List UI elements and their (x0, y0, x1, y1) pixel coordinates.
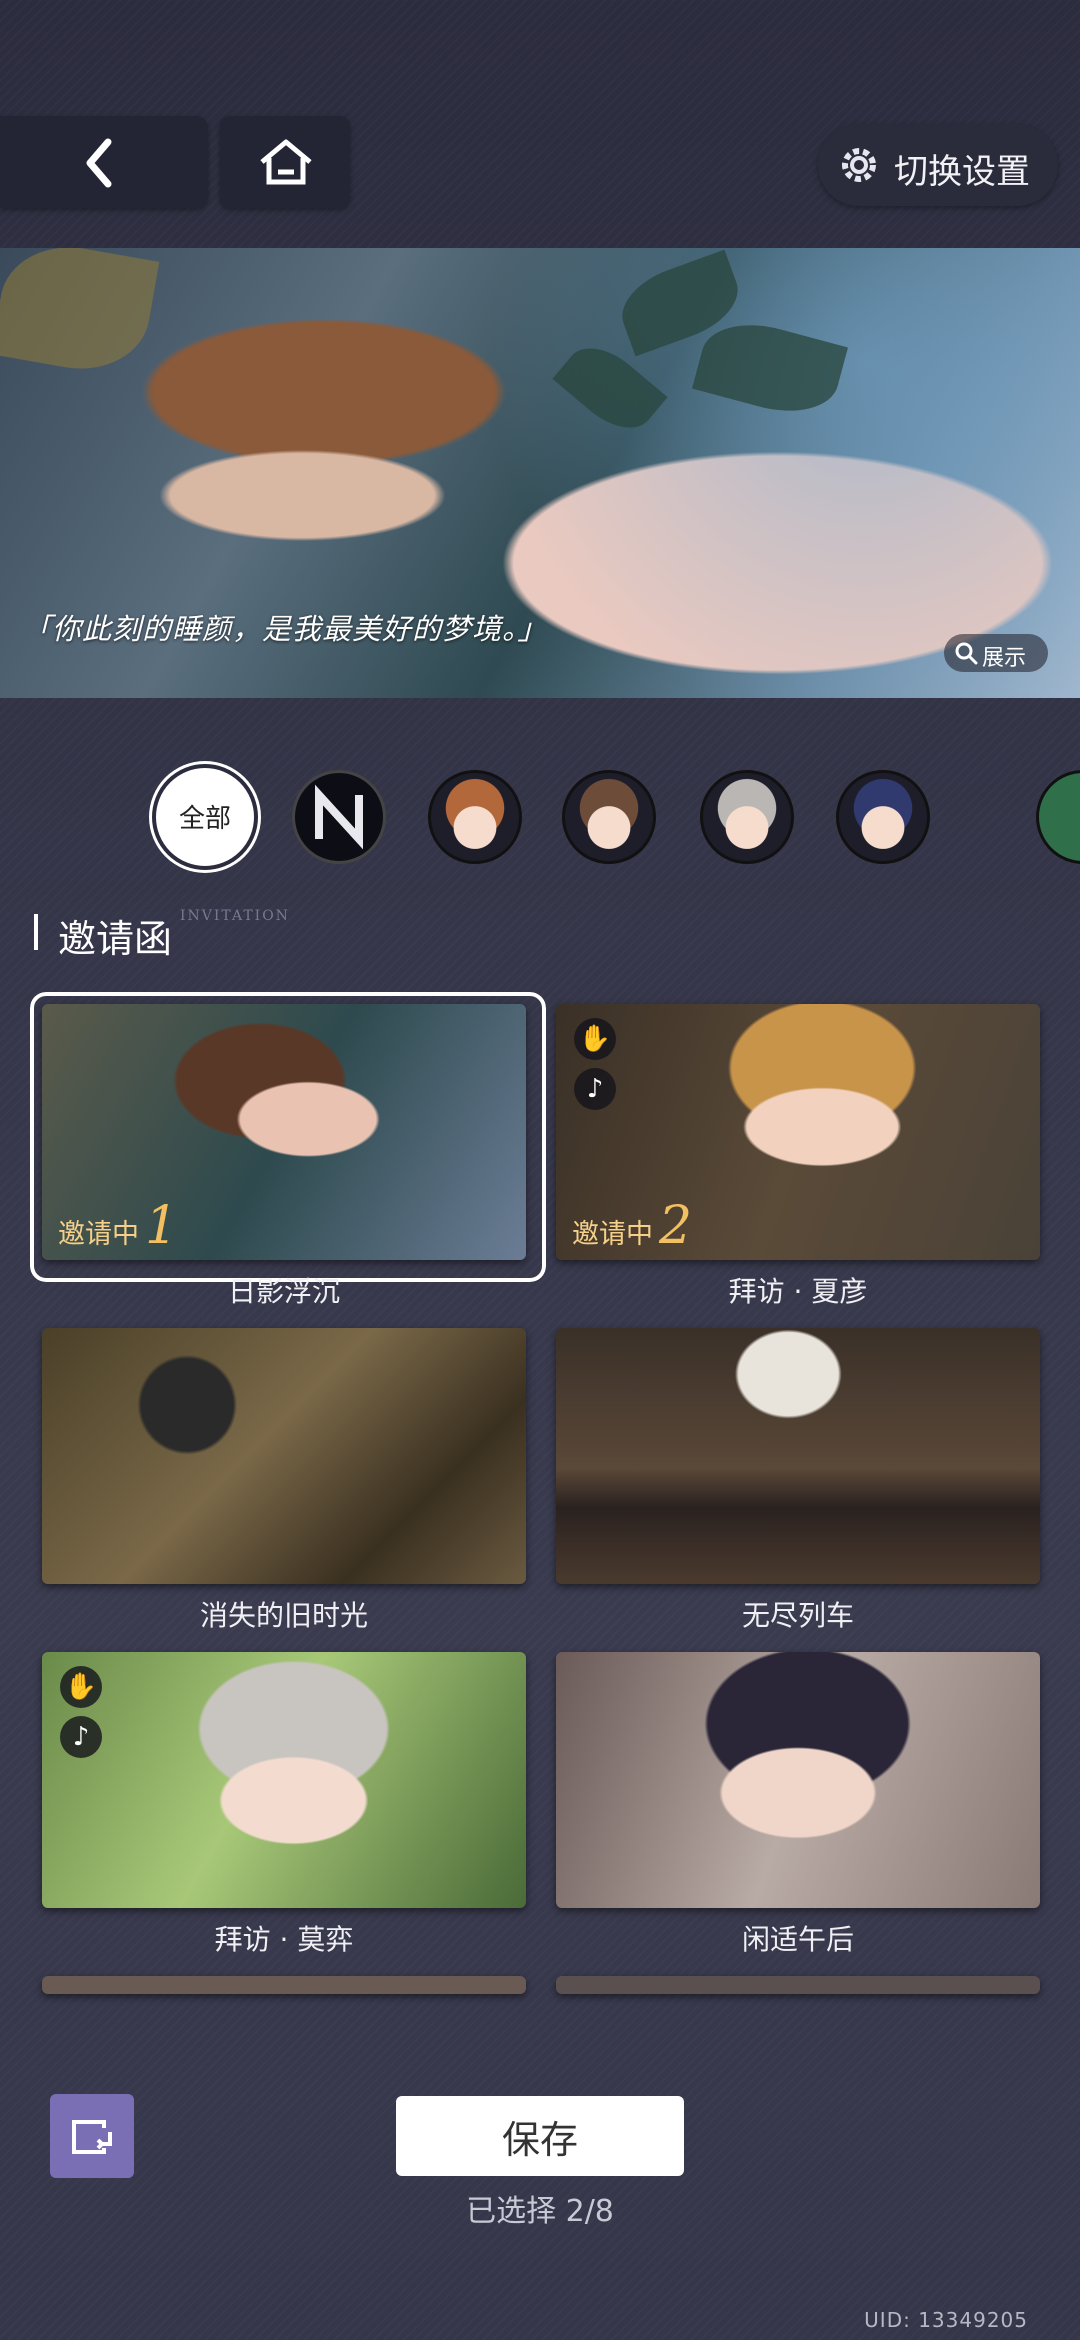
show-label: 展示 (982, 646, 1027, 671)
card-label-2: 拜访 · 夏彦 (728, 1275, 868, 1308)
card-1[interactable]: 邀请中 1 (42, 1004, 526, 1260)
card-4[interactable] (556, 1328, 1040, 1584)
banner-quote: 「你此刻的睡颜，是我最美好的梦境。」 (22, 612, 548, 646)
invite-badge-1: 邀请中 1 (58, 1196, 179, 1256)
card-label-5: 拜访 · 莫弈 (214, 1923, 354, 1956)
hand-icon: ✋ (60, 1666, 102, 1708)
switch-settings-button[interactable]: 切换设置 (818, 124, 1058, 206)
hand-icon: ✋ (574, 1018, 616, 1060)
filter-all-ring (157, 769, 204, 841)
card-label-3: 消失的旧时光 (199, 1599, 368, 1632)
rotate-button[interactable] (50, 2094, 134, 2178)
card-8-partial[interactable] (556, 1976, 1040, 1994)
card-5[interactable]: ✋ ♪ (42, 1652, 526, 1908)
magnifier-icon (955, 642, 978, 665)
card-6[interactable] (556, 1652, 1040, 1908)
chevron-left-icon (86, 138, 112, 188)
music-note-icon: ♪ (60, 1716, 102, 1758)
selected-count: 已选择 2/8 (466, 2194, 614, 2229)
filter-n-logo[interactable] (292, 770, 386, 864)
card-label-4: 无尽列车 (741, 1599, 854, 1632)
save-button[interactable]: 保存 (396, 2096, 684, 2176)
switch-settings-label: 切换设置 (894, 152, 1030, 192)
banner-artwork: 「你此刻的睡颜，是我最美好的梦境。」 (0, 248, 1080, 698)
filter-avatar-1[interactable] (428, 770, 522, 864)
card-label-6: 闲适午后 (741, 1923, 854, 1956)
rotate-screen-icon (72, 2120, 114, 2154)
gear-icon (842, 148, 876, 182)
filter-avatar-3[interactable] (700, 770, 794, 864)
filter-avatar-2[interactable] (562, 770, 656, 864)
uid-label: UID: 13349205 (864, 2308, 1028, 2332)
card-label-1: 日影浮沉 (227, 1275, 340, 1308)
show-button[interactable]: 展示 (944, 634, 1048, 672)
n-logo-icon (315, 784, 363, 850)
invite-badge-2: 邀请中 2 (572, 1196, 693, 1256)
character-filter-bar: 全部 (0, 760, 1080, 870)
card-3[interactable] (42, 1328, 526, 1584)
card-7-partial[interactable] (42, 1976, 526, 1994)
home-button[interactable] (220, 116, 350, 208)
section-title: 邀请函 (33, 908, 172, 963)
filter-avatar-4[interactable] (836, 770, 930, 864)
section-subtitle: INVITATION (180, 908, 290, 924)
filter-avatar-5[interactable] (1036, 770, 1080, 864)
home-icon (260, 139, 312, 185)
back-button[interactable] (0, 116, 208, 208)
music-note-icon: ♪ (574, 1068, 616, 1110)
card-2[interactable]: ✋ ♪ 邀请中 2 (556, 1004, 1040, 1260)
